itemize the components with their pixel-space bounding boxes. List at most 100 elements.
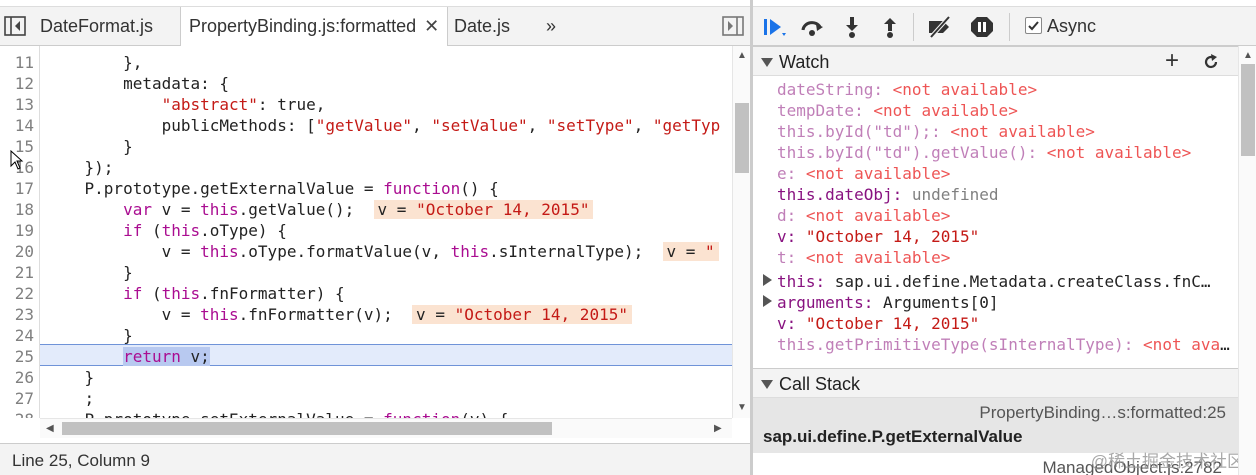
call-frame-location[interactable]: PropertyBinding…s:formatted:25 [979,403,1226,423]
code-keyword: return [123,347,181,366]
resume-icon[interactable] [761,15,787,39]
code-line[interactable]: "abstract": true, [46,94,326,115]
code-text: v = [46,242,201,261]
code-line[interactable]: v = this.fnFormatter(v); v = "October 14… [46,304,632,325]
code-line[interactable]: } [46,367,95,388]
code-line[interactable]: metadata: { [46,73,229,94]
scroll-left-arrow-icon[interactable]: ◀ [46,423,54,434]
line-number[interactable]: 14 [0,115,34,136]
watch-name: this.byId("td"); [777,122,932,141]
code-line[interactable]: var v = this.getValue(); v = "October 14… [46,199,594,220]
line-number[interactable]: 12 [0,73,34,94]
code-keyword: this [450,242,490,261]
code-editor[interactable]: 11 12 13 14 15 16 17 18 19 20 21 22 23 2… [0,46,732,418]
tab-overflow-button[interactable]: » [538,7,564,46]
sidebar-vertical-scrollbar[interactable]: ▲ [1238,46,1256,475]
scope-item[interactable]: this.getPrimitiveType(sInternalType): <n… [777,334,1232,355]
watch-name: this.byId("td").getValue() [777,143,1028,162]
code-line[interactable]: }); [46,157,114,178]
line-number[interactable]: 17 [0,178,34,199]
step-out-icon[interactable] [877,15,903,39]
watch-section-header[interactable]: Watch + [753,46,1238,76]
code-line[interactable]: P.prototype.getExternalValue = function(… [46,178,499,199]
code-text: v; [180,347,210,366]
line-number[interactable]: 11 [0,52,34,73]
watch-item[interactable]: tempDate: <not available> [777,100,1232,121]
scope-name: arguments [777,293,864,312]
watch-item[interactable]: d: <not available> [777,205,1232,226]
expand-arrow-icon[interactable] [763,274,772,286]
tab-date-js[interactable]: Date.js [446,7,518,46]
close-tab-icon[interactable]: ✕ [424,16,439,36]
expand-arrow-icon[interactable] [763,295,772,307]
line-number[interactable]: 26 [0,367,34,388]
scope-value: "October 14, 2015" [805,314,980,333]
scope-item[interactable]: this: sap.ui.define.Metadata.createClass… [777,271,1232,292]
watch-item[interactable]: this.byId("td").getValue(): <not availab… [777,142,1232,163]
line-number[interactable]: 24 [0,325,34,346]
watch-item[interactable]: dateString: <not available> [777,79,1232,100]
code-line[interactable]: ; [46,388,95,409]
editor-horizontal-scroll-thumb[interactable] [62,422,552,435]
line-number[interactable]: 13 [0,94,34,115]
watch-item[interactable]: v: "October 14, 2015" [777,226,1232,247]
line-number[interactable]: 23 [0,304,34,325]
async-label[interactable]: Async [1047,16,1096,37]
watch-value: undefined [911,185,999,204]
editor-vertical-scrollbar[interactable]: ▲ ▼ [732,46,750,418]
line-number[interactable]: 22 [0,283,34,304]
code-line[interactable]: } [46,325,133,346]
sidebar-vertical-scroll-thumb[interactable] [1241,64,1255,156]
line-number[interactable]: 21 [0,262,34,283]
tab-dateformat-js[interactable]: DateFormat.js [32,7,161,46]
line-number[interactable]: 28 [0,409,34,418]
code-line[interactable]: if (this.oType) { [46,220,287,241]
watch-item[interactable]: t: <not available> [777,247,1232,268]
tab-propertybinding-formatted[interactable]: PropertyBinding.js:formatted ✕ [180,7,449,47]
step-over-icon[interactable] [799,15,825,39]
scroll-down-arrow-icon[interactable]: ▼ [737,402,747,413]
code-line[interactable]: } [46,136,133,157]
pause-on-exceptions-icon[interactable] [969,15,995,39]
watch-value: <not available> [1046,143,1192,162]
watch-item[interactable]: e: <not available> [777,163,1232,184]
code-line[interactable]: } [46,262,133,283]
step-into-icon[interactable] [839,15,865,39]
toggle-navigator-icon[interactable] [4,15,26,37]
line-number[interactable]: 25 [0,346,34,367]
scroll-right-arrow-icon[interactable]: ▶ [714,423,722,434]
editor-horizontal-scrollbar[interactable]: ◀ ▶ [40,418,732,438]
scroll-up-arrow-icon[interactable]: ▲ [737,50,747,61]
scroll-up-arrow-icon[interactable]: ▲ [1243,50,1253,61]
call-stack-frame-selected[interactable]: PropertyBinding…s:formatted:25 sap.ui.de… [753,398,1238,453]
code-keyword: this [200,305,239,324]
refresh-watch-icon[interactable] [1202,53,1220,71]
line-number[interactable]: 18 [0,199,34,220]
editor-vertical-scroll-thumb[interactable] [735,103,749,173]
overflow-chevron-icon: » [546,16,557,36]
editor-status-bar: Line 25, Column 9 [0,443,750,475]
scope-item[interactable]: arguments: Arguments[0] [777,292,1232,313]
scope-value: <not available> [1143,335,1232,354]
line-number[interactable]: 27 [0,388,34,409]
toggle-debugger-sidebar-icon[interactable] [722,15,744,37]
line-number[interactable]: 19 [0,220,34,241]
code-line-current[interactable]: return v; [46,346,210,367]
watch-title: Watch [779,52,830,72]
add-watch-icon[interactable]: + [1165,46,1179,76]
code-line[interactable]: P.prototype.setExternalValue = function(… [46,409,509,418]
line-number[interactable]: 20 [0,241,34,262]
code-line[interactable]: }, [46,52,142,73]
code-line[interactable]: if (this.fnFormatter) { [46,283,345,304]
code-text: publicMethods: [ [46,116,316,135]
call-stack-section-header[interactable]: Call Stack [753,368,1238,398]
watch-item[interactable]: this.dateObj: undefined [777,184,1232,205]
watch-item[interactable]: this.byId("td");: <not available> [777,121,1232,142]
async-checkbox[interactable] [1025,17,1042,34]
inline-value-text: "October 14, 2015" [416,200,590,219]
code-line[interactable]: v = this.oType.formatValue(v, this.sInte… [46,241,719,262]
scope-item[interactable]: v: "October 14, 2015" [777,313,1232,334]
inline-variable-value: v = " [662,242,719,261]
deactivate-breakpoints-icon[interactable] [927,15,953,39]
code-line[interactable]: publicMethods: ["getValue", "setValue", … [46,115,721,136]
